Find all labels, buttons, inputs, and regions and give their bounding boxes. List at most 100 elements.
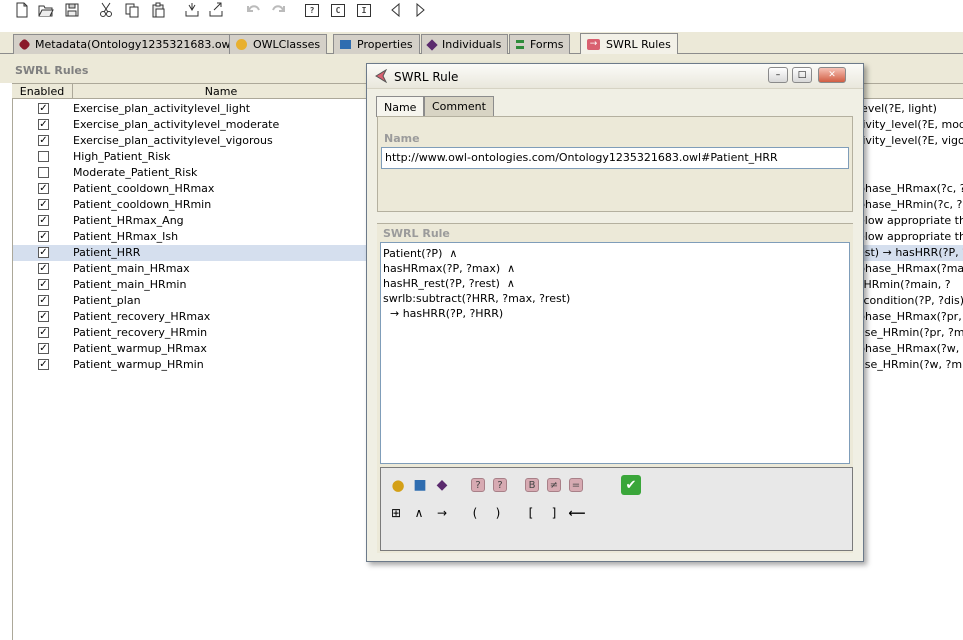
forward-arrow-icon[interactable] [410, 2, 430, 18]
rule-name: Patient_warmup_HRmax [73, 342, 207, 355]
insert-property-icon[interactable]: ■ [411, 477, 429, 493]
redo-icon[interactable] [268, 2, 288, 18]
undo-icon[interactable] [244, 2, 264, 18]
insert-and-icon[interactable]: ∧ [410, 505, 428, 521]
rule-name: Patient_cooldown_HRmin [73, 198, 212, 211]
insert-new-variable-icon[interactable]: ? [491, 477, 509, 493]
enabled-checkbox[interactable]: ✓ [38, 359, 49, 370]
rule-expression: est) → hasHRR(?P, ? [858, 246, 963, 259]
tab-individuals[interactable]: Individuals [421, 34, 509, 54]
enabled-checkbox[interactable]: ✓ [38, 295, 49, 306]
metadata-icon [18, 38, 31, 51]
rule-expression: _HRmin(?main, ? [858, 278, 951, 291]
rule-line: hasHR_rest(?P, ?rest) ∧ [383, 277, 515, 290]
open-folder-icon[interactable] [36, 2, 56, 18]
rule-name: Patient_cooldown_HRmax [73, 182, 215, 195]
enabled-checkbox[interactable]: ✓ [38, 327, 49, 338]
minimize-icon[interactable]: – [768, 67, 788, 83]
tab-name[interactable]: Name [376, 96, 425, 117]
insert-variable-icon[interactable]: ? [469, 477, 487, 493]
enabled-checkbox[interactable]: ✓ [38, 263, 49, 274]
rule-name: Exercise_plan_activitylevel_moderate [73, 118, 280, 131]
insert-builtin-icon[interactable]: B [523, 477, 541, 493]
close-icon[interactable]: ✕ [818, 67, 846, 83]
insert-individual-icon[interactable]: ◆ [433, 477, 451, 493]
rule-expression: _condition(?P, ?dis) [858, 294, 963, 307]
insert-class-icon[interactable]: ● [389, 476, 407, 494]
individual-icon [426, 38, 438, 51]
insert-open-bracket-icon[interactable]: [ [522, 505, 540, 521]
enabled-checkbox[interactable]: ✓ [38, 343, 49, 354]
import-icon[interactable] [182, 2, 202, 18]
rule-name: Patient_HRmax_Ang [73, 214, 184, 227]
enabled-checkbox[interactable]: ✓ [38, 279, 49, 290]
rule-name: Patient_main_HRmax [73, 262, 190, 275]
rule-line: → hasHRR(?P, ?HRR) [383, 307, 504, 320]
dialog-titlebar[interactable]: SWRL Rule – □ ✕ [367, 64, 863, 89]
protege-window: ? C I Metadata(Ontology1235321683.owl) O… [0, 0, 963, 640]
insert-same-as-icon[interactable]: = [567, 477, 585, 493]
rule-line: Patient(?P) ∧ [383, 247, 458, 260]
insert-implies-icon[interactable]: → [433, 505, 451, 521]
rule-name: Patient_HRR [73, 246, 141, 259]
tab-swrl-rules[interactable]: → SWRL Rules [580, 33, 678, 55]
paste-icon[interactable] [148, 2, 168, 18]
new-file-icon[interactable] [12, 2, 32, 18]
tab-metadata[interactable]: Metadata(Ontology1235321683.owl) [13, 34, 245, 54]
insert-open-paren-icon[interactable]: ( [466, 505, 484, 521]
main-toolbar: ? C I [0, 0, 963, 30]
tab-forms[interactable]: Forms [509, 34, 571, 54]
tab-owlclasses[interactable]: OWLClasses [229, 34, 328, 54]
column-header-enabled[interactable]: Enabled [12, 84, 73, 99]
enabled-checkbox[interactable]: ✓ [38, 199, 49, 210]
rule-line: hasHRmax(?P, ?max) ∧ [383, 262, 516, 275]
rule-expression: tivity_level(?E, vigoro [858, 134, 963, 147]
main-tabstrip: Metadata(Ontology1235321683.owl) OWLClas… [0, 32, 963, 55]
enabled-checkbox[interactable] [38, 151, 49, 162]
backspace-icon[interactable]: ⟵ [568, 505, 586, 521]
rule-name: High_Patient_Risk [73, 150, 171, 163]
rule-expression: phase_HRmax(?pr, ?m [858, 310, 963, 323]
export-icon[interactable] [206, 2, 226, 18]
maximize-icon[interactable]: □ [792, 67, 812, 83]
rule-name-field[interactable]: http://www.owl-ontologies.com/Ontology12… [381, 147, 849, 169]
save-icon[interactable] [62, 2, 82, 18]
swrl-rule-label: SWRL Rule [383, 227, 450, 240]
tab-properties[interactable]: Properties [333, 34, 420, 54]
rule-text-area[interactable]: Patient(?P) ∧ hasHRmax(?P, ?max) ∧ hasHR… [380, 242, 850, 464]
class-icon[interactable]: C [328, 2, 348, 18]
rule-expression: level(?E, light) [858, 102, 937, 115]
enabled-checkbox[interactable]: ✓ [38, 119, 49, 130]
cut-icon[interactable] [96, 2, 116, 18]
enabled-checkbox[interactable] [38, 167, 49, 178]
rule-name: Patient_recovery_HRmax [73, 310, 211, 323]
validate-ok-icon[interactable]: ✔ [621, 475, 641, 495]
insert-close-paren-icon[interactable]: ) [489, 505, 507, 521]
rule-expression: tivity_level(?E, mode [858, 118, 963, 131]
rule-name: Patient_plan [73, 294, 141, 307]
instance-icon[interactable]: I [354, 2, 374, 18]
rule-name: Patient_main_HRmin [73, 278, 187, 291]
enabled-checkbox[interactable]: ✓ [38, 215, 49, 226]
enabled-checkbox[interactable]: ✓ [38, 183, 49, 194]
insert-close-bracket-icon[interactable]: ] [545, 505, 563, 521]
name-section: Name http://www.owl-ontologies.com/Ontol… [377, 116, 853, 212]
insert-grid-icon[interactable]: ⊞ [387, 505, 405, 521]
rule-name: Exercise_plan_activitylevel_light [73, 102, 251, 115]
rule-expression: ase_HRmin(?pr, ?min [858, 326, 963, 339]
enabled-checkbox[interactable]: ✓ [38, 247, 49, 258]
column-header-name[interactable]: Name [73, 84, 370, 99]
back-arrow-icon[interactable] [386, 2, 406, 18]
copy-icon[interactable] [122, 2, 142, 18]
swrl-rule-dialog: SWRL Rule – □ ✕ Name Comment Name http:/… [366, 63, 864, 562]
forms-icon [516, 40, 524, 49]
insert-different-from-icon[interactable]: ≠ [545, 477, 563, 493]
enabled-checkbox[interactable]: ✓ [38, 311, 49, 322]
enabled-checkbox[interactable]: ✓ [38, 231, 49, 242]
property-icon [340, 40, 351, 49]
enabled-checkbox[interactable]: ✓ [38, 135, 49, 146]
rule-expression: phase_HRmax(?main [858, 262, 963, 275]
query-icon[interactable]: ? [302, 2, 322, 18]
tab-comment[interactable]: Comment [424, 96, 494, 116]
enabled-checkbox[interactable]: ✓ [38, 103, 49, 114]
